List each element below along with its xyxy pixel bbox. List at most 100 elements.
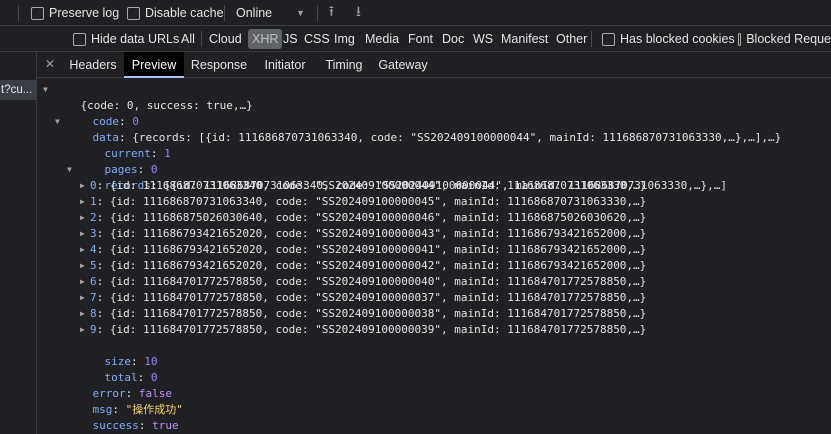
record-index: 2	[90, 211, 97, 224]
import-har-button[interactable]: ⭱	[329, 0, 334, 26]
collapsed-triangle-icon[interactable]: ▶	[80, 290, 85, 306]
filter-doc[interactable]: Doc	[439, 29, 467, 49]
tree-node-code[interactable]: code: 0	[66, 98, 139, 128]
record-index: 0	[90, 179, 97, 192]
record-summary: {id: 111684701772578850, code: "SS202409…	[109, 275, 647, 288]
collapsed-triangle-icon[interactable]: ▶	[80, 194, 85, 210]
record-summary: {id: 111686793421652020, code: "SS202409…	[109, 259, 647, 272]
filter-media[interactable]: Media	[362, 29, 402, 49]
tree-root[interactable]: {code: 0, success: true,…}	[54, 82, 253, 112]
tab-response[interactable]: Response	[184, 52, 254, 78]
checkbox-box[interactable]	[127, 6, 140, 20]
node-value: true	[152, 419, 179, 432]
filter-manifest[interactable]: Manifest	[498, 29, 551, 49]
request-list: t?cu...	[0, 52, 37, 434]
has-blocked-cookies-label: Has blocked cookies	[620, 32, 735, 46]
expand-triangle-icon[interactable]: ▼	[55, 114, 60, 130]
toolbar-divider	[18, 5, 19, 21]
network-toolbar: Preserve log Disable cache Online ▼ ⭱ ⭳	[0, 0, 831, 26]
filter-cloud[interactable]: Cloud	[206, 29, 245, 49]
expand-triangle-icon[interactable]: ▼	[43, 82, 48, 98]
tab-initiator[interactable]: Initiator	[254, 52, 316, 78]
collapsed-triangle-icon[interactable]: ▶	[80, 322, 85, 338]
collapsed-triangle-icon[interactable]: ▶	[80, 242, 85, 258]
tree-node-total[interactable]: total: 0	[78, 354, 158, 384]
tab-gateway[interactable]: Gateway	[372, 52, 434, 78]
record-item[interactable]: 2: {id: 111686875026030640, code: "SS202…	[90, 210, 646, 226]
filter-divider	[591, 31, 592, 47]
filter-font[interactable]: Font	[405, 29, 436, 49]
hide-data-urls-checkbox[interactable]: Hide data URLs	[73, 26, 179, 52]
record-item[interactable]: 4: {id: 111686793421652020, code: "SS202…	[90, 242, 646, 258]
record-item[interactable]: 0: {id: 111686870731063340, code: "SS202…	[90, 178, 646, 194]
record-summary: {id: 111684701772578850, code: "SS202409…	[109, 291, 647, 304]
record-summary: {id: 111686793421652020, code: "SS202409…	[109, 227, 647, 240]
record-summary: {id: 111684701772578850, code: "SS202409…	[109, 323, 647, 336]
collapsed-triangle-icon[interactable]: ▶	[80, 306, 85, 322]
filter-js[interactable]: JS	[280, 29, 301, 49]
hide-data-urls-label: Hide data URLs	[91, 32, 180, 46]
record-index: 1	[90, 195, 97, 208]
close-icon[interactable]: ✕	[45, 57, 55, 71]
filter-bar: Hide data URLs All Cloud XHR JS CSS Img …	[0, 26, 831, 52]
filter-other[interactable]: Other	[553, 29, 590, 49]
detail-tabs: ✕ Headers Preview Response Initiator Tim…	[37, 52, 831, 78]
record-index: 4	[90, 243, 97, 256]
tree-node-pages[interactable]: pages: 0	[78, 146, 158, 176]
tree-node-success[interactable]: success: true	[66, 402, 179, 432]
filter-ws[interactable]: WS	[470, 29, 496, 49]
collapsed-triangle-icon[interactable]: ▶	[80, 178, 85, 194]
record-summary: {id: 111686875026030640, code: "SS202409…	[109, 211, 647, 224]
record-item[interactable]: 8: {id: 111684701772578850, code: "SS202…	[90, 306, 646, 322]
checkbox-box[interactable]	[73, 32, 86, 46]
request-row-selected[interactable]: t?cu...	[0, 80, 36, 100]
tab-preview[interactable]: Preview	[124, 52, 184, 78]
checkbox-box[interactable]	[738, 32, 742, 46]
collapsed-triangle-icon[interactable]: ▶	[80, 258, 85, 274]
record-item[interactable]: 7: {id: 111684701772578850, code: "SS202…	[90, 290, 646, 306]
preserve-log-label: Preserve log	[49, 6, 120, 20]
expand-triangle-icon[interactable]: ▼	[67, 162, 72, 178]
chevron-down-icon: ▼	[296, 8, 305, 18]
record-index: 8	[90, 307, 97, 320]
filter-xhr[interactable]: XHR	[248, 29, 283, 49]
filter-all[interactable]: All	[178, 29, 198, 49]
record-summary: {id: 111684701772578850, code: "SS202409…	[109, 307, 647, 320]
tab-headers[interactable]: Headers	[62, 52, 124, 78]
export-har-button[interactable]: ⭳	[356, 0, 361, 26]
checkbox-box[interactable]	[31, 6, 44, 20]
tree-node-data[interactable]: data: {records: [{id: 111686870731063340…	[66, 114, 782, 144]
tree-node-msg[interactable]: msg: "操作成功"	[66, 386, 183, 416]
blocked-requests-checkbox[interactable]: Blocked Reque	[738, 26, 831, 52]
tree-node-error[interactable]: error: false	[66, 370, 173, 400]
record-item[interactable]: 3: {id: 111686793421652020, code: "SS202…	[90, 226, 646, 242]
node-value: 1	[164, 147, 171, 160]
record-item[interactable]: 1: {id: 111686870731063340, code: "SS202…	[90, 194, 646, 210]
has-blocked-cookies-checkbox[interactable]: Has blocked cookies	[602, 26, 735, 52]
tree-node-size[interactable]: size: 10	[78, 338, 158, 368]
tree-node-current[interactable]: current: 1	[78, 130, 171, 160]
filter-img[interactable]: Img	[331, 29, 358, 49]
disable-cache-label: Disable cache	[145, 6, 224, 20]
tree-node-records[interactable]: records: [{id: 111686870731063340, code:…	[78, 162, 728, 192]
json-preview-tree: ▼ {code: 0, success: true,…} code: 0 ▼ d…	[37, 79, 831, 434]
record-item[interactable]: 5: {id: 111686793421652020, code: "SS202…	[90, 258, 646, 274]
node-summary: {records: [{id: 111686870731063340, code…	[132, 131, 782, 144]
record-item[interactable]: 9: {id: 111684701772578850, code: "SS202…	[90, 322, 646, 338]
checkbox-box[interactable]	[602, 32, 615, 46]
upload-icon: ⭱	[329, 3, 334, 19]
record-summary: {id: 111686793421652020, code: "SS202409…	[109, 243, 647, 256]
record-index: 3	[90, 227, 97, 240]
record-item[interactable]: 6: {id: 111684701772578850, code: "SS202…	[90, 274, 646, 290]
throttling-select[interactable]: Online ▼	[236, 0, 306, 26]
filter-css[interactable]: CSS	[301, 29, 333, 49]
collapsed-triangle-icon[interactable]: ▶	[80, 210, 85, 226]
record-index: 9	[90, 323, 97, 336]
disable-cache-checkbox[interactable]: Disable cache	[127, 0, 224, 26]
node-key: success	[92, 419, 139, 432]
preserve-log-checkbox[interactable]: Preserve log	[31, 0, 119, 26]
throttling-value: Online	[236, 6, 273, 20]
collapsed-triangle-icon[interactable]: ▶	[80, 226, 85, 242]
collapsed-triangle-icon[interactable]: ▶	[80, 274, 85, 290]
tab-timing[interactable]: Timing	[316, 52, 372, 78]
